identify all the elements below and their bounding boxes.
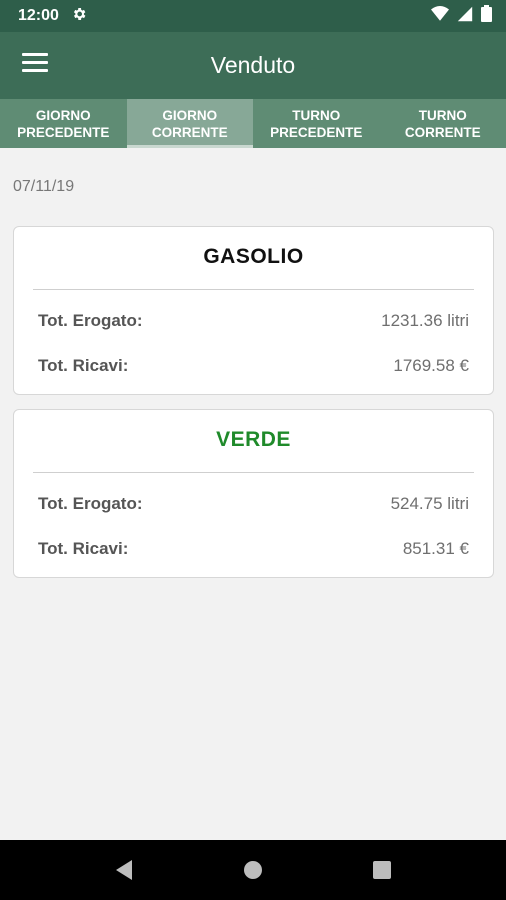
tab-bar: GIORNO PRECEDENTE GIORNO CORRENTE TURNO … (0, 99, 506, 148)
status-bar: 12:00 (0, 0, 506, 32)
card-title: VERDE (216, 428, 291, 451)
fuel-card-gasolio: GASOLIO Tot. Erogato: 1231.36 litri Tot.… (13, 226, 494, 395)
row-value: 1769.58 € (393, 355, 469, 375)
row-value: 1231.36 litri (381, 310, 469, 330)
row-value: 851.31 € (402, 538, 469, 558)
tab-giorno-corrente[interactable]: GIORNO CORRENTE (126, 99, 253, 148)
card-title: GASOLIO (203, 245, 304, 268)
tab-turno-corrente[interactable]: TURNO CORRENTE (380, 99, 506, 148)
row-label: Tot. Ricavi: (38, 355, 129, 375)
divider (33, 472, 474, 473)
row-ricavi: Tot. Ricavi: 851.31 € (14, 526, 493, 571)
fuel-card-verde: VERDE Tot. Erogato: 524.75 litri Tot. Ri… (13, 409, 494, 578)
row-label: Tot. Erogato: (38, 310, 143, 330)
wifi-icon (431, 5, 449, 27)
date-label: 07/11/19 (13, 178, 75, 195)
signal-icon (457, 6, 473, 27)
tab-turno-precedente[interactable]: TURNO PRECEDENTE (253, 99, 380, 148)
tab-giorno-precedente[interactable]: GIORNO PRECEDENTE (0, 99, 127, 148)
row-label: Tot. Ricavi: (38, 538, 129, 558)
row-erogato: Tot. Erogato: 524.75 litri (14, 481, 493, 526)
row-erogato: Tot. Erogato: 1231.36 litri (14, 298, 493, 343)
page-title: Venduto (210, 52, 296, 78)
gear-icon (71, 6, 87, 27)
row-label: Tot. Erogato: (38, 493, 143, 513)
menu-icon[interactable] (22, 53, 48, 75)
home-icon[interactable] (240, 857, 266, 883)
app-bar: Venduto (0, 32, 506, 99)
row-value: 524.75 litri (390, 493, 469, 513)
system-nav-bar (0, 840, 506, 900)
row-ricavi: Tot. Ricavi: 1769.58 € (14, 343, 493, 388)
back-icon[interactable] (111, 857, 137, 883)
recents-icon[interactable] (369, 857, 395, 883)
status-time: 12:00 (18, 7, 59, 24)
battery-icon (481, 5, 492, 27)
divider (33, 289, 474, 290)
